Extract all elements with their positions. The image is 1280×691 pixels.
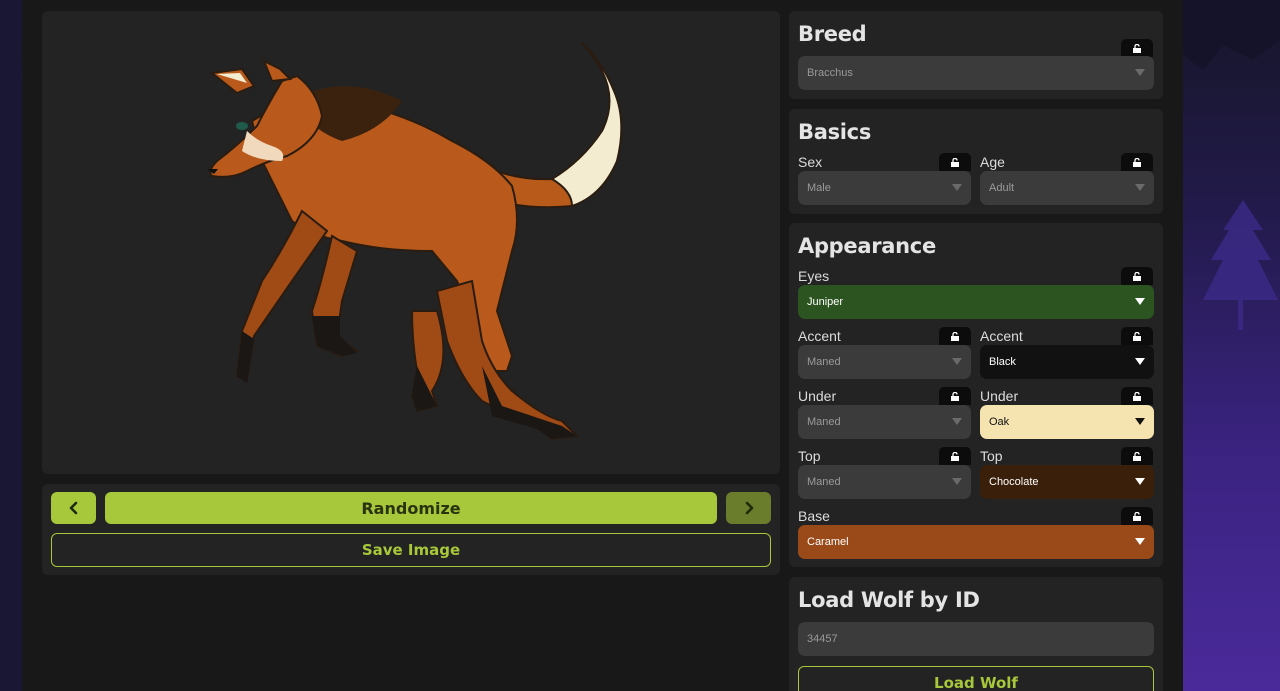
chevron-down-icon xyxy=(952,184,962,191)
appearance-title: Appearance xyxy=(798,234,936,258)
appearance-panel: Appearance Eyes Juniper Accent Maned Acc… xyxy=(789,223,1163,567)
breed-title: Breed xyxy=(798,22,867,46)
accent-color-select[interactable]: Black xyxy=(980,345,1154,379)
main-content: Randomize Save Image Breed Bracchus Basi… xyxy=(22,0,1183,691)
accent-color-value: Black xyxy=(989,356,1016,368)
basics-panel: Basics Sex Male Age Adult xyxy=(789,109,1163,214)
breed-panel: Breed Bracchus xyxy=(789,11,1163,99)
lock-icon[interactable] xyxy=(939,387,971,405)
load-wolf-panel: Load Wolf by ID Load Wolf xyxy=(789,577,1163,691)
top-color-label: Top xyxy=(980,448,1003,464)
top-color-select[interactable]: Chocolate xyxy=(980,465,1154,499)
age-select[interactable]: Adult xyxy=(980,171,1154,205)
chevron-down-icon xyxy=(1135,298,1145,305)
age-value: Adult xyxy=(989,182,1015,194)
chevron-down-icon xyxy=(1135,418,1145,425)
lock-icon[interactable] xyxy=(1121,387,1153,405)
age-label: Age xyxy=(980,154,1005,170)
lock-icon[interactable] xyxy=(1121,39,1153,57)
load-wolf-title: Load Wolf by ID xyxy=(798,588,980,612)
accent-color-label: Accent xyxy=(980,328,1023,344)
basics-title: Basics xyxy=(798,120,872,144)
chevron-down-icon xyxy=(952,418,962,425)
save-image-button[interactable]: Save Image xyxy=(51,533,771,567)
randomize-button[interactable]: Randomize xyxy=(105,492,717,524)
chevron-left-icon xyxy=(69,501,77,515)
under-color-select[interactable]: Oak xyxy=(980,405,1154,439)
sex-label: Sex xyxy=(798,154,823,170)
breed-select[interactable]: Bracchus xyxy=(798,56,1154,90)
base-label: Base xyxy=(798,508,830,524)
lock-icon[interactable] xyxy=(939,327,971,345)
under-label: Under xyxy=(798,388,837,404)
load-wolf-button[interactable]: Load Wolf xyxy=(798,666,1154,691)
sex-value: Male xyxy=(807,182,831,194)
top-color-value: Chocolate xyxy=(989,476,1039,488)
background-left-strip xyxy=(0,0,22,691)
top-pattern-value: Maned xyxy=(807,476,841,488)
under-pattern-select[interactable]: Maned xyxy=(798,405,971,439)
accent-pattern-select[interactable]: Maned xyxy=(798,345,971,379)
previous-button[interactable] xyxy=(51,492,96,524)
eyes-select[interactable]: Juniper xyxy=(798,285,1154,319)
next-button[interactable] xyxy=(726,492,771,524)
chevron-down-icon xyxy=(1135,69,1145,76)
chevron-down-icon xyxy=(952,358,962,365)
lock-icon[interactable] xyxy=(1121,507,1153,525)
lock-icon[interactable] xyxy=(1121,267,1153,285)
under-color-value: Oak xyxy=(989,416,1010,428)
chevron-down-icon xyxy=(1135,478,1145,485)
under-pattern-value: Maned xyxy=(807,416,841,428)
top-label: Top xyxy=(798,448,821,464)
lock-icon[interactable] xyxy=(1121,447,1153,465)
breed-value: Bracchus xyxy=(807,67,853,79)
wolf-id-input[interactable] xyxy=(798,622,1154,656)
eyes-label: Eyes xyxy=(798,268,830,284)
background-right-strip xyxy=(1183,0,1280,691)
wolf-preview-panel xyxy=(42,11,780,474)
chevron-down-icon xyxy=(1135,358,1145,365)
sex-select[interactable]: Male xyxy=(798,171,971,205)
under-color-label: Under xyxy=(980,388,1019,404)
chevron-down-icon xyxy=(1135,538,1145,545)
lock-icon[interactable] xyxy=(1121,153,1153,171)
top-pattern-select[interactable]: Maned xyxy=(798,465,971,499)
controls-panel: Randomize Save Image xyxy=(42,484,780,575)
lock-icon[interactable] xyxy=(1121,327,1153,345)
chevron-down-icon xyxy=(952,478,962,485)
lock-icon[interactable] xyxy=(939,447,971,465)
eyes-value: Juniper xyxy=(807,296,844,308)
chevron-down-icon xyxy=(1135,184,1145,191)
lock-icon[interactable] xyxy=(939,153,971,171)
chevron-right-icon xyxy=(745,501,753,515)
wolf-image xyxy=(207,42,623,441)
base-color-select[interactable]: Caramel xyxy=(798,525,1154,559)
accent-label: Accent xyxy=(798,328,841,344)
accent-pattern-value: Maned xyxy=(807,356,841,368)
base-color-value: Caramel xyxy=(807,536,849,548)
